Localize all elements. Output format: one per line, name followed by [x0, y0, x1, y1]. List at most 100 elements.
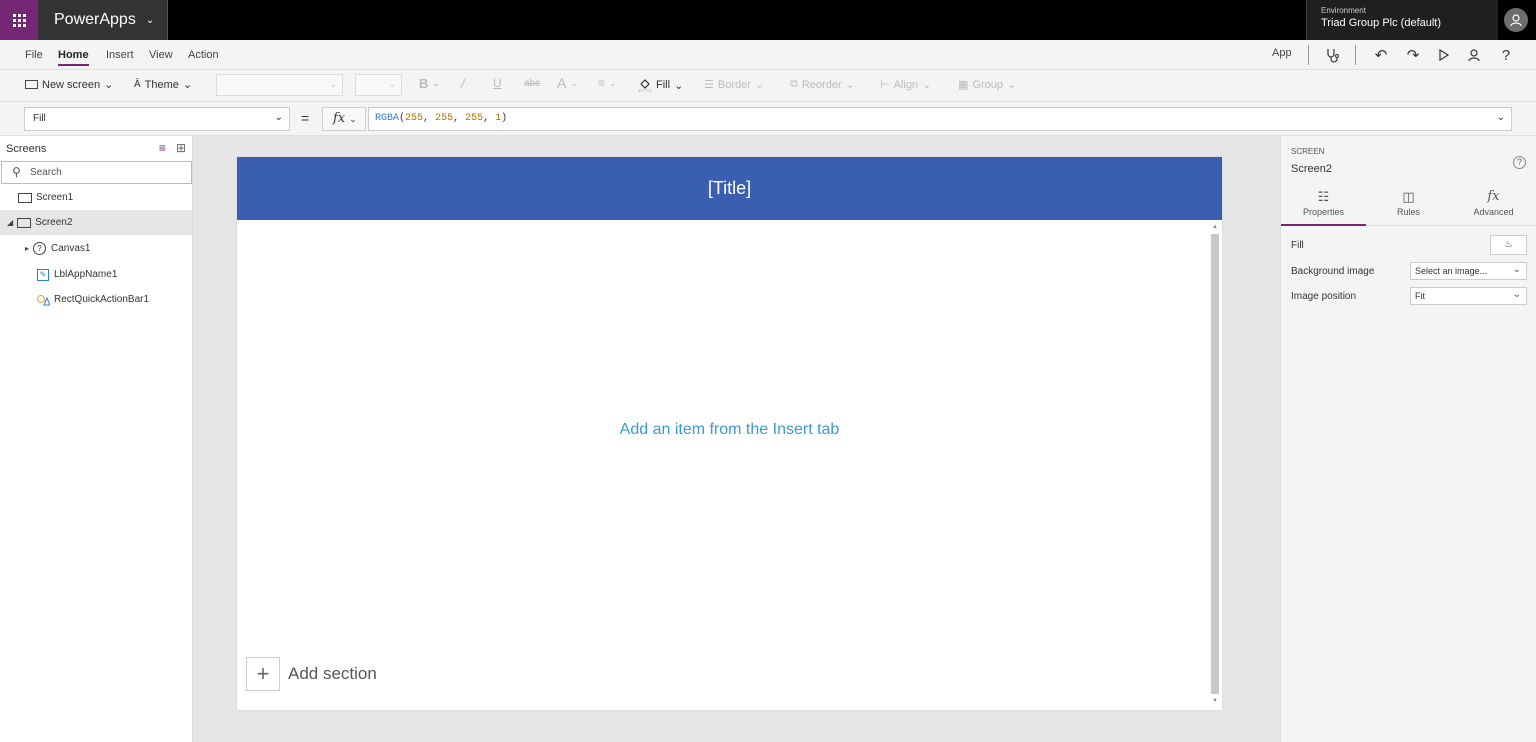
screen-header-bar[interactable]: [Title]	[237, 157, 1222, 220]
sliders-icon: ☷	[1317, 189, 1330, 204]
share-user-icon[interactable]	[1465, 45, 1485, 65]
theme-button[interactable]: Ā Theme ⌄	[134, 78, 193, 92]
chevron-down-icon: ⌄	[349, 114, 357, 124]
tree-view-panel: Screens ≡ ⊞ ⚲ Search Screen1 ◢ Screen2 ▸…	[0, 136, 193, 742]
border-label: Border	[717, 78, 751, 91]
tab-advanced[interactable]: fx Advanced	[1451, 186, 1536, 226]
formula-function: RGBA	[375, 113, 400, 124]
tree-item-lblappname1[interactable]: ✎ LblAppName1	[0, 262, 192, 287]
image-position-value: Fit	[1415, 291, 1425, 301]
group-button[interactable]: ▦ Group ⌄	[958, 78, 1016, 92]
tree-search-input[interactable]: ⚲ Search	[1, 161, 192, 184]
font-family-select[interactable]: ⌄	[216, 74, 343, 96]
divider	[1355, 45, 1356, 65]
list-view-icon[interactable]: ≡	[159, 141, 166, 155]
canvas-scrollbar[interactable]: ▲ ▼	[1210, 224, 1220, 709]
properties-panel: SCREEN Screen2 ? ☷ Properties ◫ Rules fx…	[1280, 136, 1536, 742]
image-position-label: Image position	[1291, 291, 1357, 302]
equals-sign: =	[301, 110, 310, 126]
search-placeholder: Search	[30, 167, 62, 178]
formula-input[interactable]: RGBA(255, 255, 255, 1) ⌄	[368, 107, 1512, 131]
chevron-down-icon: ⌄	[145, 14, 155, 26]
control-name[interactable]: Screen2	[1291, 163, 1332, 175]
app-settings-button[interactable]: App	[1272, 47, 1292, 59]
chevron-down-icon: ⌄	[182, 79, 193, 91]
screen-title[interactable]: [Title]	[708, 178, 751, 199]
tree-item-screen2[interactable]: ◢ Screen2	[0, 210, 192, 235]
background-image-select[interactable]: Select an image... ⌄	[1410, 262, 1527, 280]
tab-rules[interactable]: ◫ Rules	[1366, 186, 1451, 226]
play-icon[interactable]	[1434, 45, 1454, 65]
app-name: PowerApps	[54, 11, 136, 28]
caret-down-icon[interactable]: ◢	[7, 218, 13, 227]
fill-label: Fill	[1291, 240, 1304, 251]
help-icon[interactable]: ?	[1496, 45, 1516, 65]
chevron-down-icon: ⌄	[388, 79, 396, 89]
scrollbar-thumb[interactable]	[1211, 234, 1219, 694]
underline-icon[interactable]: U	[493, 76, 502, 90]
user-avatar[interactable]	[1504, 8, 1528, 32]
formula-comma: ,	[423, 113, 436, 124]
formula-arg: 255	[435, 113, 454, 124]
chevron-down-icon: ⌄	[274, 112, 283, 123]
group-label: Group	[972, 78, 1003, 91]
fill-label: Fill	[656, 79, 671, 91]
paint-bucket-icon	[638, 79, 652, 92]
top-bar: PowerApps ⌄ Environment Triad Group Plc …	[0, 0, 1536, 40]
app-launcher-button[interactable]	[0, 0, 38, 40]
app-switcher[interactable]: PowerApps ⌄	[38, 0, 168, 40]
text-align-icon[interactable]: ≡ ⌄	[598, 76, 617, 90]
tree-item-rectquickactionbar1[interactable]: RectQuickActionBar1	[0, 287, 192, 312]
tree-item-label: Canvas1	[51, 243, 91, 254]
undo-icon[interactable]: ↶	[1371, 45, 1391, 65]
new-screen-button[interactable]: New screen ⌄	[25, 78, 113, 91]
tab-file[interactable]: File	[25, 49, 43, 61]
expand-formula-icon[interactable]: ⌄	[1497, 112, 1505, 123]
redo-icon[interactable]: ↷	[1403, 45, 1423, 65]
border-icon: ☰	[704, 79, 714, 91]
help-icon[interactable]: ?	[1513, 156, 1526, 169]
fill-color-picker[interactable]: ♨	[1490, 235, 1527, 255]
scroll-up-icon[interactable]: ▲	[1212, 224, 1218, 230]
tab-properties[interactable]: ☷ Properties	[1281, 186, 1366, 226]
formula-arg: 255	[405, 113, 424, 124]
environment-picker[interactable]: Environment Triad Group Plc (default)	[1306, 0, 1498, 40]
tab-action[interactable]: Action	[188, 49, 219, 61]
image-position-select[interactable]: Fit ⌄	[1410, 287, 1527, 305]
chevron-down-icon: ⌄	[1512, 289, 1521, 300]
unknown-control-icon: ?	[33, 242, 47, 255]
reorder-button[interactable]: ⧉ Reorder ⌄	[790, 78, 855, 91]
align-button[interactable]: ⊢ Align ⌄	[880, 78, 931, 92]
view-toggles: ≡ ⊞	[159, 141, 186, 155]
fill-button[interactable]: Fill ⌄	[638, 78, 683, 92]
bold-button[interactable]: B ⌄	[419, 76, 440, 91]
label-control-icon: ✎	[37, 268, 49, 281]
fx-icon: fx	[333, 111, 346, 126]
tree-item-label: Screen1	[36, 192, 74, 203]
group-icon: ▦	[958, 79, 969, 91]
font-size-select[interactable]: ⌄	[355, 74, 402, 96]
screen-icon	[17, 217, 32, 228]
property-select[interactable]: Fill ⌄	[24, 107, 290, 131]
add-section-button[interactable]: + Add section	[246, 657, 377, 691]
strikethrough-icon[interactable]: abc	[524, 78, 540, 89]
search-icon: ⚲	[12, 165, 21, 179]
control-type-label: SCREEN	[1291, 147, 1325, 156]
tree-item-screen1[interactable]: Screen1	[0, 185, 192, 210]
app-checker-icon[interactable]	[1322, 45, 1342, 65]
tab-home[interactable]: Home	[58, 49, 89, 66]
italic-icon[interactable]: /	[461, 76, 465, 91]
font-color-icon[interactable]: A ⌄	[557, 75, 578, 91]
thumbnail-view-icon[interactable]: ⊞	[176, 141, 186, 155]
tab-view[interactable]: View	[149, 49, 173, 61]
scroll-down-icon[interactable]: ▼	[1212, 698, 1218, 704]
tab-insert[interactable]: Insert	[106, 49, 134, 61]
border-button[interactable]: ☰ Border ⌄	[704, 78, 764, 92]
new-screen-label: New screen	[42, 78, 101, 91]
person-icon	[1510, 14, 1522, 27]
caret-right-icon[interactable]: ▸	[25, 244, 29, 253]
empty-state-message: Add an item from the Insert tab	[619, 421, 840, 438]
fx-button[interactable]: fx ⌄	[322, 107, 366, 131]
app-screen-preview[interactable]: [Title] Add an item from the Insert tab …	[237, 157, 1222, 710]
tree-item-canvas1[interactable]: ▸ ? Canvas1	[0, 236, 192, 261]
